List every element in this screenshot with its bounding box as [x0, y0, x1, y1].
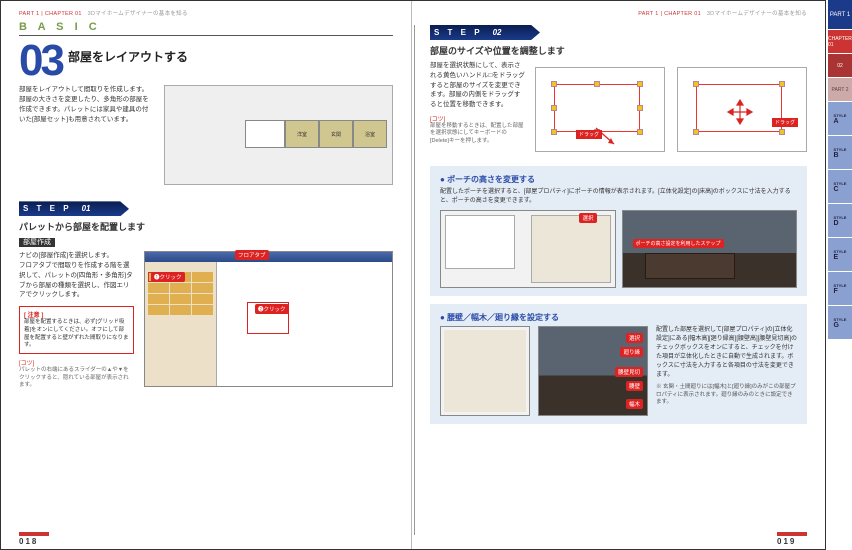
step-num: 01	[82, 204, 91, 213]
chapter-label: CHAPTER 01	[45, 11, 82, 17]
info-wall-body: 配置した部屋を選択して[部屋プロパティ]の[立体化設定]にある[幅木高][廻り縁…	[656, 326, 797, 380]
caution-label: [ 注意 ]	[24, 310, 129, 319]
tab-part[interactable]: PART 1	[828, 0, 852, 30]
callout-select: 選択	[579, 213, 596, 223]
c-koshi2: 腰壁	[626, 381, 643, 391]
step-1-body: ナビの[部屋作成]を選択します。 フロアタブで間取りを作成する階を選択して、パレ…	[19, 251, 134, 300]
tab-part2[interactable]: PART 2	[828, 78, 852, 102]
tab-chapter[interactable]: CHAPTER 01	[828, 30, 852, 54]
info-porch-body: 配置したポーチを選択すると、[部屋プロパティ]にポーチの情報が表示されます。[立…	[440, 188, 797, 206]
c-mawari: 廻り縁	[620, 347, 643, 357]
room-outline	[245, 120, 285, 148]
drag-label-2: ドラッグ	[772, 118, 798, 127]
tip-label: [コツ]	[19, 358, 134, 367]
page-number-right: 019	[777, 532, 807, 546]
tab-style-c: STYLEC	[828, 170, 852, 204]
c-sel: 選択	[626, 333, 643, 343]
info-wall: 腰壁／幅木／廻り縁を設定する 選択 廻り縁 腰壁見切 腰壁 幅木 配置した部屋を…	[430, 304, 807, 424]
tab-style-d: STYLED	[828, 204, 852, 238]
page-right: PART 1 | CHAPTER 01 3Dマイホームデザイナーの基本を知る S…	[412, 1, 825, 549]
breadcrumb-right: PART 1 | CHAPTER 01 3Dマイホームデザイナーの基本を知る	[430, 9, 807, 17]
section-title: 部屋をレイアウトする	[68, 48, 188, 65]
tab-style-b: STYLEB	[828, 136, 852, 170]
c-haba: 幅木	[626, 399, 643, 409]
info-wall-title: 腰壁／幅木／廻り縁を設定する	[440, 312, 797, 323]
part-label: PART 1	[19, 11, 39, 17]
tab-style-g: STYLEG	[828, 306, 852, 340]
step2-tip-text: 部屋を移動するときは、配置した部屋を選択状態にしてキーボードの[Delete]キ…	[430, 123, 525, 146]
page-left: PART 1 | CHAPTER 01 3Dマイホームデザイナーの基本を知る B…	[1, 1, 412, 549]
step-label: S T E P	[23, 204, 72, 213]
caution-text: 部屋を配置するときは、必ず[グリッド吸着]をオンにしてください。オフにして部屋を…	[24, 319, 129, 350]
info-porch: ポーチの高さを変更する 配置したポーチを選択すると、[部屋プロパティ]にポーチの…	[430, 166, 807, 296]
wall-property-shot	[440, 326, 530, 416]
callout-porch-step: ポーチの高さ設定を利用したステップ	[633, 239, 724, 248]
porch-3d-shot: ポーチの高さ設定を利用したステップ	[622, 210, 798, 288]
tab-style-a: STYLEA	[828, 102, 852, 136]
step-2-header: S T E P 02	[430, 25, 540, 40]
chapter-title-r: 3Dマイホームデザイナーの基本を知る	[707, 11, 807, 17]
step2-label: S T E P	[434, 28, 483, 37]
step-1-title: パレットから部屋を配置します	[19, 220, 393, 233]
callout-click-1: ❶クリック	[151, 272, 185, 282]
info-wall-note: ※ 玄関・土間廻りには[幅木]と[廻り縁]のみがこの部屋プロパティに表示されます…	[656, 384, 797, 407]
resize-diagram: ドラッグ	[535, 67, 665, 152]
intro-text: 部屋をレイアウトして間取りを作成します。部屋の大きさを変更したり、多角形の部屋を…	[19, 85, 154, 124]
info-porch-title: ポーチの高さを変更する	[440, 174, 797, 185]
step-2-title: 部屋のサイズや位置を調整します	[430, 44, 807, 57]
tab-style-e: STYLEE	[828, 238, 852, 272]
caution-box: [ 注意 ] 部屋を配置するときは、必ず[グリッド吸着]をオンにしてください。オ…	[19, 306, 134, 354]
callout-floor-tab: フロアタブ	[235, 250, 269, 260]
step2-num: 02	[493, 28, 502, 37]
step-2-body: 部屋を選択状態にして、表示される黄色いハンドル□をドラッグすると部屋のサイズを変…	[430, 61, 525, 110]
breadcrumb: PART 1 | CHAPTER 01 3Dマイホームデザイナーの基本を知る	[19, 9, 393, 17]
tip-text: パレットの右端にあるスライダーの▲や▼をクリックすると、隠れている部屋が表示され…	[19, 367, 134, 390]
section-number: 03	[19, 42, 62, 79]
side-tabs: PART 1 CHAPTER 01 02 PART 2 STYLEA STYLE…	[828, 0, 852, 550]
rule	[19, 35, 393, 36]
move-diagram: ドラッグ	[677, 67, 807, 152]
porch-property-shot: 選択	[440, 210, 616, 288]
step-1-header: S T E P 01	[19, 201, 129, 216]
tab-style-f: STYLEF	[828, 272, 852, 306]
callout-click-2: ❷クリック	[255, 304, 289, 314]
wall-3d-shot: 選択 廻り縁 腰壁見切 腰壁 幅木	[538, 326, 648, 416]
room-a: 洋室	[285, 120, 319, 148]
part-label-r: PART 1	[638, 11, 658, 17]
room-b: 玄関	[319, 120, 353, 148]
chapter-label-r: CHAPTER 01	[664, 11, 701, 17]
basic-label: B A S I C	[19, 21, 393, 33]
floorplan-overview: 洋室 玄関 浴室	[164, 85, 393, 185]
page-number-left: 018	[19, 532, 49, 546]
c-koshi: 腰壁見切	[615, 367, 643, 377]
step2-tip-label: [コツ]	[430, 114, 525, 123]
chapter-title: 3Dマイホームデザイナーの基本を知る	[88, 11, 188, 17]
room-c: 浴室	[353, 120, 387, 148]
app-screenshot-step1: フロアタブ ❶クリック ❷クリック	[144, 251, 393, 387]
nav-button-label: 部屋作成	[19, 238, 55, 247]
tab-02[interactable]: 02	[828, 54, 852, 78]
